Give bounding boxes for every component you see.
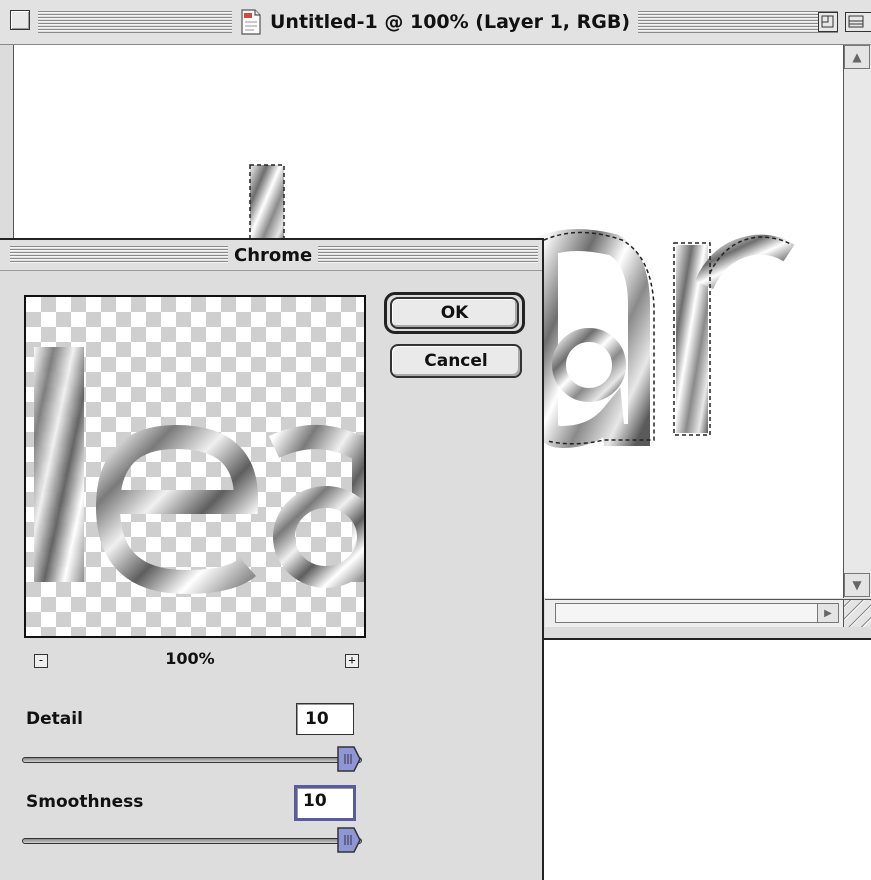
preview-artwork — [34, 347, 364, 595]
detail-field[interactable]: 10 — [296, 703, 354, 735]
document-icon — [241, 9, 261, 35]
dialog-title: Chrome — [234, 244, 313, 266]
smoothness-slider-thumb[interactable] — [336, 826, 362, 854]
ok-button[interactable]: OK — [390, 297, 519, 329]
document-title: Untitled-1 @ 100% (Layer 1, RGB) — [270, 11, 631, 33]
zoom-box-icon[interactable] — [818, 12, 838, 32]
horizontal-scroll-track[interactable] — [555, 603, 819, 623]
detail-slider-thumb[interactable] — [336, 745, 362, 773]
scroll-up-icon[interactable]: ▲ — [844, 45, 870, 69]
letter-r — [673, 234, 795, 436]
document-title-area: Untitled-1 @ 100% (Layer 1, RGB) — [232, 5, 639, 39]
filter-preview[interactable] — [24, 295, 366, 638]
smoothness-field[interactable]: 10 — [294, 785, 356, 821]
cancel-button[interactable]: Cancel — [390, 344, 522, 378]
collapse-box-icon[interactable] — [845, 12, 871, 32]
dialog-title-area: Chrome — [228, 240, 319, 270]
chrome-dialog: Chrome OK Cancel - 100% + Detail 10 Smoo… — [0, 238, 544, 880]
horizontal-scrollbar[interactable]: ▶ — [545, 599, 843, 627]
preview-zoom-level: 100% — [165, 649, 215, 668]
scroll-right-icon[interactable]: ▶ — [817, 603, 839, 623]
close-box-icon[interactable] — [10, 10, 30, 30]
smoothness-slider[interactable] — [22, 838, 362, 844]
document-titlebar[interactable]: Untitled-1 @ 100% (Layer 1, RGB) — [0, 0, 871, 45]
zoom-out-button[interactable]: - — [34, 654, 48, 668]
smoothness-label: Smoothness — [26, 792, 144, 812]
vertical-scrollbar[interactable]: ▲ ▼ — [843, 45, 871, 598]
detail-label: Detail — [26, 709, 83, 729]
detail-slider[interactable] — [22, 757, 362, 763]
scroll-down-icon[interactable]: ▼ — [844, 573, 870, 597]
zoom-in-button[interactable]: + — [345, 654, 359, 668]
dialog-titlebar[interactable]: Chrome — [0, 240, 542, 271]
letter-a — [536, 229, 655, 449]
grow-box-icon[interactable] — [843, 599, 871, 627]
